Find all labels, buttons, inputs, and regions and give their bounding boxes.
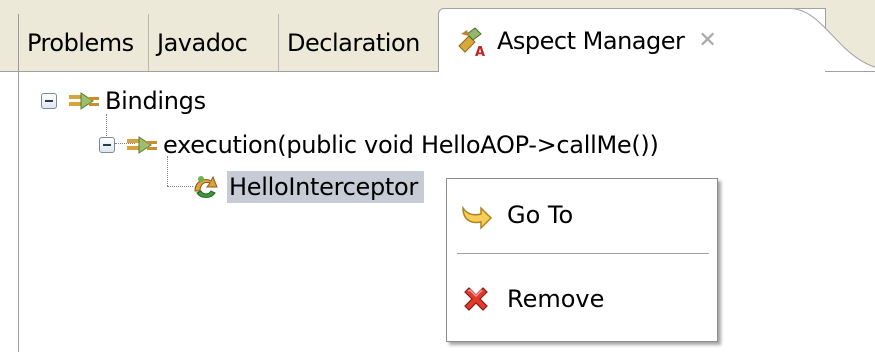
svg-text:A: A <box>475 45 485 58</box>
binding-icon <box>69 92 99 110</box>
tree-node-execution-label: execution(public void HelloAOP->callMe()… <box>163 131 659 159</box>
tab-aspect-manager-label: Aspect Manager <box>497 26 685 55</box>
collapse-toggle-icon[interactable] <box>99 137 115 153</box>
tab-declaration[interactable]: Declaration <box>278 14 438 72</box>
context-menu: Go To Remove <box>446 178 718 342</box>
tree-node-hellointerceptor-label: HelloInterceptor <box>229 173 418 201</box>
aspect-manager-icon: A <box>458 26 486 58</box>
tab-problems-label: Problems <box>27 29 134 57</box>
menu-item-go-to[interactable]: Go To <box>449 185 715 245</box>
tab-declaration-label: Declaration <box>287 29 420 57</box>
tab-javadoc[interactable]: Javadoc <box>148 14 278 72</box>
close-icon[interactable]: ✕ <box>696 29 718 52</box>
tab-aspect-manager[interactable]: A Aspect Manager ✕ <box>438 8 875 72</box>
binding-icon <box>127 136 157 154</box>
selection-highlight: HelloInterceptor <box>227 171 424 203</box>
menu-separator <box>457 253 709 254</box>
remove-x-icon <box>464 287 488 311</box>
tree-connector <box>167 186 193 187</box>
tree-node-execution[interactable]: execution(public void HelloAOP->callMe()… <box>99 128 659 162</box>
menu-item-go-to-label: Go To <box>507 201 574 229</box>
tab-curve <box>789 8 875 71</box>
tab-javadoc-label: Javadoc <box>157 29 248 57</box>
interceptor-icon <box>194 175 218 198</box>
menu-item-remove[interactable]: Remove <box>449 269 715 329</box>
collapse-toggle-icon[interactable] <box>41 93 57 109</box>
tree-node-hellointerceptor[interactable]: HelloInterceptor <box>191 170 424 204</box>
tab-problems[interactable]: Problems <box>18 14 148 72</box>
tree-node-bindings-label: Bindings <box>105 87 206 115</box>
tree-node-bindings[interactable]: Bindings <box>41 84 206 118</box>
menu-item-remove-label: Remove <box>507 285 605 313</box>
goto-arrow-icon <box>462 205 493 230</box>
tab-strip: Problems Javadoc Declaration A Aspect Ma… <box>0 0 875 73</box>
